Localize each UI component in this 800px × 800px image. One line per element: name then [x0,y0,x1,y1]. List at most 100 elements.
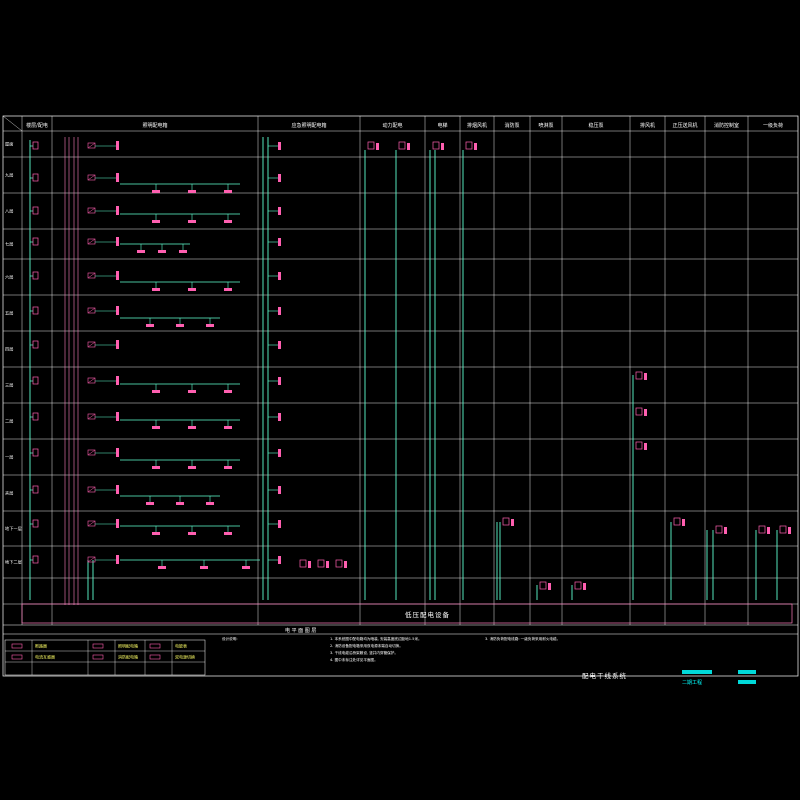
panel-bar [116,519,119,528]
load-block [152,220,160,223]
breaker-box [32,340,39,349]
title-accent-2 [738,670,756,674]
note-line: 4. 图中未标注处详见平面图。 [330,657,378,662]
riser-breaker [502,517,510,526]
breaker-box [32,306,39,315]
riser-panel [682,519,685,526]
load-block [152,288,160,291]
switch-cross [87,556,96,563]
switch-cross [87,413,96,420]
column-header: 一级负荷 [763,122,783,129]
floor-label: 六层 [5,274,13,281]
riser-grid [2,115,798,625]
legend-symbol [149,654,161,660]
legend-label: 照明配电箱 [118,643,138,649]
emergency-panel [278,207,281,215]
panel-bar [116,173,119,182]
breaker-box [32,376,39,385]
floor-label: 八层 [5,209,13,215]
load-block [224,466,232,469]
panel-bar [116,376,119,385]
floor-label: 二层 [5,419,13,425]
load-block [152,426,160,429]
load-block [224,390,232,393]
riser-panel [407,143,410,150]
load-block [146,502,154,505]
riser-breaker [574,581,582,590]
load-block [206,324,214,327]
riser-panel [767,527,770,534]
column-header: 应急照明配电箱 [291,122,326,129]
corner-diagonal [2,115,23,132]
load-block [224,426,232,429]
breaker-box [32,555,39,564]
column-header: 楼层/配电 [26,122,48,129]
riser-breaker [635,441,643,450]
drawing-title: 配电干线系统 [582,671,627,680]
legend-label: 消防配电箱 [118,654,138,660]
riser-breaker [465,141,473,150]
floor-label: 地下一层 [5,525,22,532]
riser-breaker [715,525,723,534]
riser-panel [441,143,444,150]
panel-bar [116,448,119,457]
breaker-box [32,237,39,246]
legend-table: 断路器 照明配电箱 电能表电流互感器 消防配电箱 双电源切换 [4,639,206,676]
column-headers: 楼层/配电 照明配电箱 应急照明配电箱 动力配电 电梯 排烟风机 消防泵 喷淋泵 稳压泵 排风机 正… [26,122,783,129]
load-block [188,190,196,193]
riser-breaker [758,525,766,534]
load-block [224,532,232,535]
column-header: 照明配电箱 [142,122,167,129]
column-header: 消防泵 [504,122,519,129]
emergency-panel [278,486,281,494]
switch-cross [87,341,96,348]
panel-bar [116,555,119,564]
breaker-box [32,206,39,215]
legend-symbol [11,654,23,660]
breaker-box [32,519,39,528]
legend-symbol [92,654,104,660]
load-block [152,390,160,393]
column-header: 排烟风机 [467,122,487,129]
riser-panel [644,373,647,380]
riser-panel [511,519,514,526]
floor-labels: 屋面九层八层七层六层五层四层三层二层一层夹层地下一层地下二层 [5,142,22,566]
panel-bar [116,206,119,215]
drawing-frame [2,115,799,677]
load-block [224,220,232,223]
floor-label: 四层 [5,347,13,353]
switch-cross [87,307,96,314]
title-accent-1 [682,670,712,674]
breaker-box [32,173,39,182]
riser-panel [326,561,329,568]
column-header: 排风机 [640,122,655,129]
load-block [152,466,160,469]
load-block [152,532,160,535]
panel-bar [116,271,119,280]
riser-panel [474,143,477,150]
panel-bar [116,340,119,349]
electrical-riser-diagram: 楼层/配电 照明配电箱 应急照明配电箱 动力配电 电梯 排烟风机 消防泵 喷淋泵 稳压泵 排风机正… [2,115,799,686]
emergency-panel [278,174,281,182]
legend-symbol [149,643,161,649]
riser-panel [788,527,791,534]
floor-label: 三层 [5,383,13,389]
switch-cross [87,486,96,493]
switch-cross [87,238,96,245]
riser-panel [308,561,311,568]
note-line: 1. 本系统图中配电箱均为暗装, 安装高度底边距地1.5米。 [330,636,422,641]
switch-cross [87,142,96,149]
column-header: 动力配电 [382,122,402,129]
breaker-box [32,271,39,280]
switch-cross [87,174,96,181]
breaker-box [32,141,39,150]
riser-panel [548,583,551,590]
emergency-panel [278,520,281,528]
load-block [158,566,166,569]
floor-label: 地下二层 [5,559,22,566]
floor-label: 屋面 [5,142,13,148]
riser-panel [644,409,647,416]
load-block [206,502,214,505]
riser-breaker [635,371,643,380]
emergency-panel [278,272,281,280]
